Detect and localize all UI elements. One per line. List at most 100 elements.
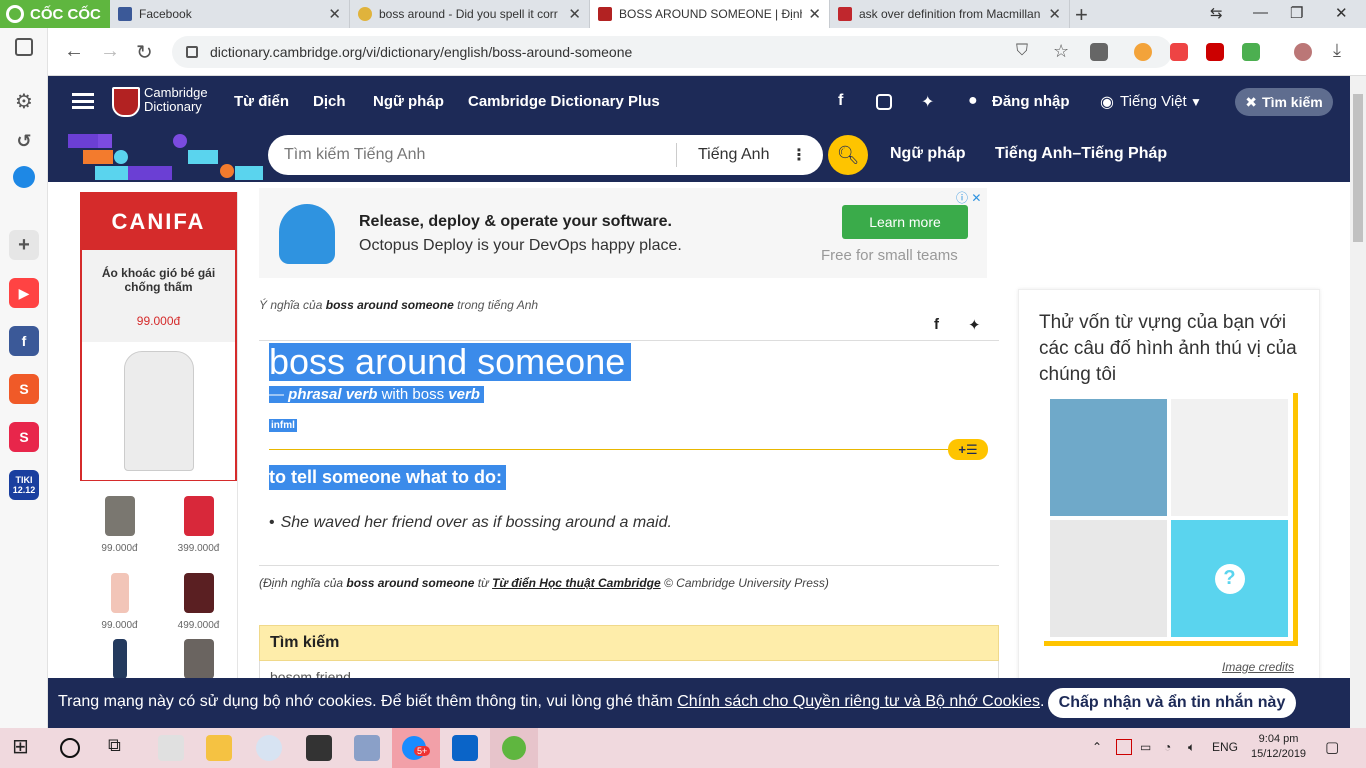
nav-dictionary[interactable]: Từ điển (234, 93, 289, 110)
cortana-icon[interactable] (60, 738, 80, 758)
login-link[interactable]: Đăng nhập (992, 93, 1070, 110)
messenger-icon[interactable] (13, 166, 35, 188)
panel-icon[interactable] (15, 38, 33, 56)
task-view-icon[interactable]: ⧉ (108, 735, 134, 761)
search-input[interactable]: Tìm kiếm Tiếng Anh Tiếng Anh ⋮ (268, 135, 823, 175)
coccoc-brand-button[interactable]: CỐC CỐC (0, 0, 110, 28)
language-select[interactable]: Tiếng Việt (1120, 93, 1187, 110)
left-advert[interactable]: CANIFA Áo khoác gió bé gái chống thấm 99… (80, 192, 238, 679)
app-grid-icon[interactable] (158, 735, 184, 761)
sendo-icon[interactable]: S (9, 422, 39, 452)
chevron-down-icon[interactable]: ▼ (1190, 95, 1202, 109)
english-french-link[interactable]: Tiếng Anh–Tiếng Pháp (995, 145, 1167, 163)
nav-plus[interactable]: Cambridge Dictionary Plus (468, 93, 660, 110)
nav-grammar[interactable]: Ngữ pháp (373, 93, 444, 110)
user-icon[interactable]: ● (968, 92, 978, 110)
product-item[interactable]: 99.000đ (80, 558, 159, 635)
windows-start-icon[interactable]: ⊞ (12, 734, 38, 760)
shopee-icon[interactable]: S (9, 374, 39, 404)
learn-more-button[interactable]: Learn more (842, 205, 968, 239)
cookie-policy-link[interactable]: Chính sách cho Quyền riêng tư và Bộ nhớ … (677, 693, 1040, 710)
source-dictionary-link[interactable]: Từ điển Học thuật Cambridge (492, 576, 661, 590)
volume-icon[interactable]: 🔈︎ (1188, 740, 1195, 755)
battery-icon[interactable]: ▭ (1140, 740, 1151, 754)
ad-choices-close-icon[interactable]: ⓘ ✕ (956, 189, 981, 206)
tab-boss-around[interactable]: boss around - Did you spell it corr ✕ (350, 0, 590, 28)
settings-gear-icon[interactable]: ⚙ (9, 86, 39, 116)
header-search-button[interactable]: ✖ Tìm kiếm (1235, 88, 1333, 116)
globe-icon[interactable]: ◉ (1100, 92, 1114, 112)
instagram-icon[interactable] (876, 94, 892, 110)
page-scrollbar[interactable] (1350, 76, 1366, 728)
extension-grid-icon[interactable] (1242, 43, 1260, 61)
close-tab-icon[interactable]: ✕ (1048, 5, 1061, 23)
tiki-icon[interactable]: TIKI 12.12 (9, 470, 39, 500)
downloads-icon[interactable]: ⤓ (1333, 40, 1341, 61)
facebook-icon[interactable]: f (838, 92, 843, 110)
peeler-image[interactable] (1171, 399, 1288, 516)
close-tab-icon[interactable]: ✕ (328, 5, 341, 23)
system-clock[interactable]: 9:04 pm 15/12/2019 (1251, 732, 1306, 762)
show-hidden-icons[interactable]: ⌃ (1092, 740, 1102, 754)
new-tab-icon[interactable]: + (1075, 2, 1088, 28)
extension-red-icon[interactable] (1206, 43, 1224, 61)
profile-avatar-icon[interactable] (1294, 43, 1312, 61)
close-window-icon[interactable]: ✕ (1335, 4, 1348, 22)
product-price: 499.000đ (177, 620, 220, 631)
vietkey-icon[interactable] (1116, 739, 1132, 755)
reload-icon[interactable]: ↻ (136, 40, 153, 65)
download-box-icon[interactable] (1090, 43, 1108, 61)
quiz-panel[interactable]: Thử vốn từ vựng của bạn với các câu đố h… (1018, 289, 1320, 689)
language-indicator[interactable]: ENG (1212, 740, 1238, 754)
share-facebook-icon[interactable]: f (934, 316, 939, 333)
twitter-icon[interactable]: ✦ (921, 92, 934, 112)
extension-shield-icon[interactable] (1170, 43, 1188, 61)
add-to-wordlist-button[interactable]: +☰ (948, 439, 988, 460)
extension-chrome-icon[interactable] (1134, 43, 1152, 61)
scrollbar-thumb[interactable] (1353, 94, 1363, 242)
outlook-icon[interactable] (452, 735, 478, 761)
canifa-featured[interactable]: CANIFA Áo khoác gió bé gái chống thấm 99… (80, 192, 237, 481)
file-explorer-icon[interactable] (206, 735, 232, 761)
nav-translate[interactable]: Dịch (313, 93, 346, 110)
tab-macmillan[interactable]: ask over definition from Macmillan ✕ (830, 0, 1070, 28)
add-app-icon[interactable]: + (9, 230, 39, 260)
facebook-icon[interactable]: f (9, 326, 39, 356)
tab-search-icon[interactable]: ⇆ (1210, 4, 1223, 22)
minimize-icon[interactable]: — (1253, 4, 1268, 21)
restore-icon[interactable]: ❐ (1290, 4, 1303, 22)
shield-icon[interactable]: ⛉ (1016, 42, 1028, 60)
share-twitter-icon[interactable]: ✦ (968, 316, 981, 334)
product-item[interactable]: 399.000đ (159, 481, 238, 558)
paint-app-icon[interactable] (256, 735, 282, 761)
accept-cookies-button[interactable]: Chấp nhận và ẩn tin nhắn này (1048, 688, 1296, 718)
search-language-select[interactable]: Tiếng Anh (698, 146, 769, 164)
wifi-icon[interactable]: ◔ (1164, 740, 1171, 754)
youtube-icon[interactable]: ▶ (9, 278, 39, 308)
masher-image[interactable] (1050, 520, 1167, 637)
notification-center-icon[interactable]: ▢ (1325, 738, 1339, 756)
octopus-advert[interactable]: Release, deploy & operate your software.… (259, 188, 987, 278)
zalo-taskbar-button[interactable]: 5+ (392, 728, 440, 768)
history-icon[interactable]: ↺ (9, 126, 39, 156)
bookmark-star-icon[interactable]: ☆ (1053, 41, 1069, 62)
image-credits-link[interactable]: Image credits (1222, 660, 1294, 674)
close-tab-icon[interactable]: ✕ (568, 5, 581, 23)
unknown-image[interactable]: ? (1171, 520, 1288, 637)
more-options-icon[interactable]: ⋮ (791, 145, 807, 165)
product-item[interactable]: 99.000đ (80, 481, 159, 558)
forward-icon[interactable]: → (100, 40, 120, 63)
snipping-tool-icon[interactable] (354, 735, 380, 761)
tab-cambridge[interactable]: BOSS AROUND SOMEONE | Định n ✕ (590, 0, 830, 28)
grammar-link[interactable]: Ngữ pháp (890, 145, 966, 163)
close-tab-icon[interactable]: ✕ (808, 5, 821, 23)
coccoc-taskbar-button[interactable] (490, 728, 538, 768)
dishwasher-image[interactable] (1050, 399, 1167, 516)
menu-hamburger-icon[interactable] (72, 93, 94, 109)
tab-facebook[interactable]: Facebook ✕ (110, 0, 350, 28)
product-item[interactable]: 499.000đ (159, 558, 238, 635)
site-logo[interactable]: Cambridge Dictionary (144, 86, 208, 114)
search-button[interactable]: 🔍︎ (828, 135, 868, 175)
sticky-app-icon[interactable] (306, 735, 332, 761)
back-icon[interactable]: ← (64, 40, 84, 63)
